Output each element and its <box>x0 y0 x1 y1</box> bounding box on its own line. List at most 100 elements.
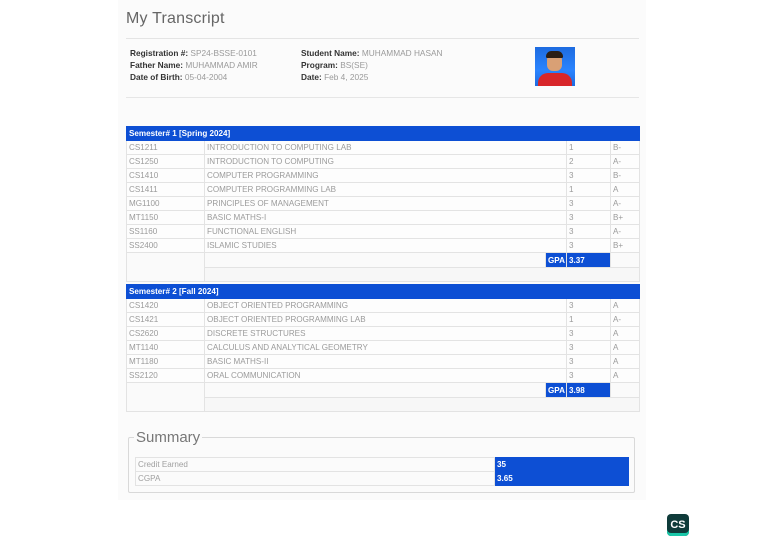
table-row: MT1150 BASIC MATHS-I 3 B+ <box>126 210 641 225</box>
course-code: CS1411 <box>126 182 205 197</box>
course-name: PRINCIPLES OF MANAGEMENT <box>204 196 567 211</box>
table-row: CS1410 COMPUTER PROGRAMMING 3 B- <box>126 168 641 183</box>
course-credits: 3 <box>566 298 611 313</box>
student-name-value: MUHAMMAD HASAN <box>361 48 443 58</box>
semester-2-table: Semester# 2 [Fall 2024] CS1420 OBJECT ORI… <box>125 284 641 412</box>
course-grade: A- <box>609 196 641 211</box>
course-name: OBJECT ORIENTED PROGRAMMING LAB <box>204 312 567 327</box>
summary-title: Summary <box>134 429 203 446</box>
course-name: COMPUTER PROGRAMMING <box>204 168 567 183</box>
course-code: MT1140 <box>126 340 205 355</box>
course-credits: 3 <box>566 210 611 225</box>
semester-header: Semester# 2 [Fall 2024] <box>125 284 641 299</box>
table-row: MT1180 BASIC MATHS-II 3 A <box>126 354 641 369</box>
course-code: CS1410 <box>126 168 205 183</box>
course-code: CS1211 <box>126 140 205 155</box>
program-label: Program: <box>301 60 338 70</box>
course-credits: 3 <box>566 354 611 369</box>
dob-label: Date of Birth: <box>130 72 183 82</box>
course-credits: 3 <box>566 196 611 211</box>
camscanner-logo: CS <box>667 514 689 536</box>
table-row: CGPA 3.65 <box>135 471 629 486</box>
table-row: CS1421 OBJECT ORIENTED PROGRAMMING LAB 1 A- <box>126 312 641 327</box>
credit-earned-label: Credit Earned <box>135 457 495 472</box>
registration-value: SP24-BSSE-0101 <box>190 48 257 58</box>
course-grade: B- <box>609 140 641 155</box>
course-credits: 3 <box>566 326 611 341</box>
table-row: SS1160 FUNCTIONAL ENGLISH 3 A- <box>126 224 641 239</box>
course-code: SS2400 <box>126 238 205 253</box>
course-credits: 3 <box>566 168 611 183</box>
course-code: MG1100 <box>126 196 205 211</box>
course-grade: A <box>609 326 641 341</box>
date-label: Date: <box>301 72 322 82</box>
student-info-right: Student Name: MUHAMMAD HASAN Program: BS… <box>301 47 443 83</box>
course-grade: A <box>609 340 641 355</box>
student-photo <box>535 47 575 86</box>
table-row: SS2400 ISLAMIC STUDIES 3 B+ <box>126 238 641 253</box>
semester-title: Semester# 1 [Spring 2024] <box>125 126 641 141</box>
course-credits: 1 <box>566 140 611 155</box>
gpa-row: GPA 3.37 <box>126 252 641 282</box>
course-code: MT1150 <box>126 210 205 225</box>
father-name-value: MUHAMMAD AMIR <box>185 60 258 70</box>
table-row: CS1411 COMPUTER PROGRAMMING LAB 1 A <box>126 182 641 197</box>
course-credits: 2 <box>566 154 611 169</box>
semester-header: Semester# 1 [Spring 2024] <box>125 126 641 141</box>
course-name: INTRODUCTION TO COMPUTING <box>204 154 567 169</box>
table-row: MT1140 CALCULUS AND ANALYTICAL GEOMETRY 3 A <box>126 340 641 355</box>
course-credits: 3 <box>566 368 611 383</box>
cgpa-value: 3.65 <box>494 471 629 486</box>
table-row: CS2620 DISCRETE STRUCTURES 3 A <box>126 326 641 341</box>
course-code: MT1180 <box>126 354 205 369</box>
course-grade: A <box>609 368 641 383</box>
course-credits: 1 <box>566 182 611 197</box>
father-name-label: Father Name: <box>130 60 184 70</box>
course-grade: B+ <box>609 210 641 225</box>
course-grade: B+ <box>609 238 641 253</box>
gpa-value: 3.37 <box>566 252 611 268</box>
course-name: INTRODUCTION TO COMPUTING LAB <box>204 140 567 155</box>
student-info-left: Registration #: SP24-BSSE-0101 Father Na… <box>130 47 258 83</box>
course-grade: A <box>609 354 641 369</box>
course-name: FUNCTIONAL ENGLISH <box>204 224 567 239</box>
course-code: CS1421 <box>126 312 205 327</box>
course-name: ORAL COMMUNICATION <box>204 368 567 383</box>
course-name: ISLAMIC STUDIES <box>204 238 567 253</box>
gpa-row: GPA 3.98 <box>126 382 641 412</box>
course-name: COMPUTER PROGRAMMING LAB <box>204 182 567 197</box>
course-credits: 3 <box>566 224 611 239</box>
credit-earned-value: 35 <box>494 457 629 472</box>
dob-value: 05-04-2004 <box>184 72 228 82</box>
course-name: OBJECT ORIENTED PROGRAMMING <box>204 298 567 313</box>
registration-label: Registration #: <box>130 48 189 58</box>
course-code: CS1420 <box>126 298 205 313</box>
course-grade: B- <box>609 168 641 183</box>
course-grade: A <box>609 182 641 197</box>
student-name-label: Student Name: <box>301 48 360 58</box>
semester-title: Semester# 2 [Fall 2024] <box>125 284 641 299</box>
course-grade: A- <box>609 154 641 169</box>
course-name: BASIC MATHS-II <box>204 354 567 369</box>
info-divider <box>126 97 639 98</box>
semester-1-table: Semester# 1 [Spring 2024] CS1211 INTRODUC… <box>125 126 641 282</box>
table-row: SS2120 ORAL COMMUNICATION 3 A <box>126 368 641 383</box>
table-row: MG1100 PRINCIPLES OF MANAGEMENT 3 A- <box>126 196 641 211</box>
course-name: DISCRETE STRUCTURES <box>204 326 567 341</box>
course-code: SS2120 <box>126 368 205 383</box>
summary-table: Credit Earned 35 CGPA 3.65 <box>135 457 629 486</box>
table-row: Credit Earned 35 <box>135 457 629 472</box>
course-credits: 1 <box>566 312 611 327</box>
title-divider <box>126 38 639 39</box>
course-code: CS1250 <box>126 154 205 169</box>
course-code: SS1160 <box>126 224 205 239</box>
course-credits: 3 <box>566 340 611 355</box>
date-value: Feb 4, 2025 <box>324 72 369 82</box>
gpa-label: GPA <box>545 382 567 398</box>
table-row: CS1420 OBJECT ORIENTED PROGRAMMING 3 A <box>126 298 641 313</box>
course-grade: A- <box>609 312 641 327</box>
course-credits: 3 <box>566 238 611 253</box>
gpa-label: GPA <box>545 252 567 268</box>
course-grade: A <box>609 298 641 313</box>
table-row: CS1211 INTRODUCTION TO COMPUTING LAB 1 B- <box>126 140 641 155</box>
